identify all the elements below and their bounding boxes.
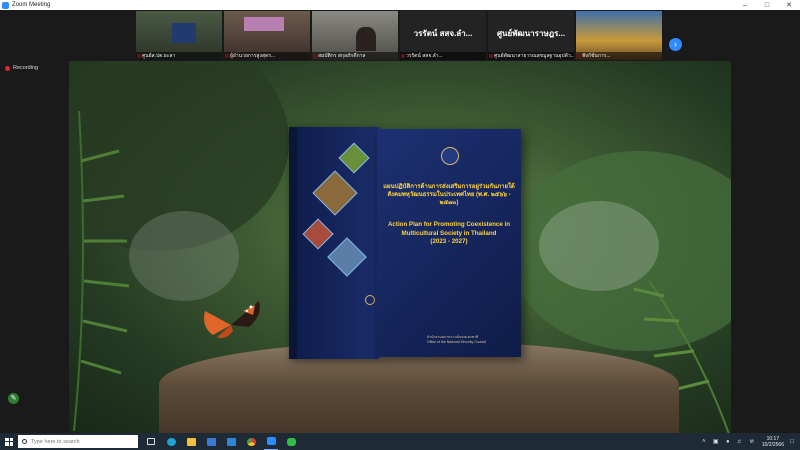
system-tray: ˄ ▣ ● ♬ ท 10:17 10/2/2566 □ bbox=[696, 433, 796, 450]
taskbar-search[interactable] bbox=[18, 435, 138, 448]
zoom-meeting-window: Zoom Meeting – □ ✕ ศูนย์ส.ปต.ยะลา ผู้อำน… bbox=[0, 0, 800, 450]
maximize-button[interactable]: □ bbox=[756, 0, 778, 10]
seal-icon bbox=[365, 295, 375, 305]
participant-tile[interactable]: ศูนย์ส.ปต.ยะลา bbox=[136, 11, 222, 60]
book-english-title: Action Plan for Promoting Coexistence in… bbox=[383, 221, 515, 247]
participant-tile[interactable]: วรรัตน์ สสจ.ลำ... วรรัตน์ สสจ.ลำ... bbox=[400, 11, 486, 60]
next-page-button[interactable]: › bbox=[669, 38, 682, 51]
background-foliage bbox=[129, 211, 239, 301]
file-explorer-icon[interactable] bbox=[184, 433, 198, 450]
zoom-taskbar-icon[interactable] bbox=[264, 433, 278, 450]
photo-diamond bbox=[302, 218, 334, 250]
book-english-title-text: Action Plan for Promoting Coexistence in… bbox=[387, 221, 511, 237]
recording-indicator[interactable]: Recording bbox=[5, 65, 38, 71]
window-controls: – □ ✕ bbox=[734, 0, 800, 10]
minimize-button[interactable]: – bbox=[734, 0, 756, 10]
book-thai-title: แผนปฏิบัติการด้านการส่งเสริมการอยู่ร่วมก… bbox=[383, 184, 515, 206]
participant-display-name: วรรัตน์ สสจ.ลำ... bbox=[413, 29, 473, 38]
book-front-cover: แผนปฏิบัติการด้านการส่งเสริมการอยู่ร่วมก… bbox=[377, 129, 521, 357]
network-icon[interactable]: ▣ bbox=[712, 438, 720, 446]
video-content bbox=[172, 23, 196, 43]
book-publisher: สำนักงานสภาความมั่นคงแห่งชาติ Office of … bbox=[427, 335, 515, 344]
close-button[interactable]: ✕ bbox=[778, 0, 800, 10]
photo-diamond bbox=[338, 142, 370, 174]
book-years: (2023 - 2027) bbox=[430, 238, 468, 245]
participant-tile[interactable]: ผู้อำนวยการสูงสุดร... bbox=[224, 11, 310, 60]
video-content bbox=[356, 27, 376, 51]
participant-name: ฟังก์ชั่นการ... bbox=[576, 52, 662, 60]
photo-diamond bbox=[312, 170, 358, 216]
search-input[interactable] bbox=[31, 438, 131, 445]
participant-tile[interactable]: ศูนย์พัฒนาราษฎร... ศูนย์พัฒนาสาธารณสุขมู… bbox=[488, 11, 574, 60]
butterfly-image bbox=[204, 301, 260, 339]
mail-icon[interactable] bbox=[224, 433, 238, 450]
language-icon[interactable]: ท bbox=[748, 438, 756, 446]
video-content bbox=[244, 17, 284, 31]
chrome-icon[interactable] bbox=[244, 433, 258, 450]
chevron-up-icon[interactable]: ˄ bbox=[700, 438, 708, 446]
clock-date: 10/2/2566 bbox=[761, 441, 784, 448]
task-view-icon[interactable] bbox=[144, 433, 158, 450]
start-button[interactable] bbox=[0, 433, 18, 450]
notification-icon[interactable]: □ bbox=[788, 438, 796, 446]
participant-name: ผู้อำนวยการสูงสุดร... bbox=[224, 52, 310, 60]
publisher-english: Office of the National Security Council bbox=[427, 339, 486, 344]
photo-diamond bbox=[327, 237, 367, 277]
participant-tile[interactable]: สมบัติกร สกุลภักดีกาล bbox=[312, 11, 398, 60]
windows-logo-icon bbox=[5, 437, 13, 446]
seal-icon bbox=[441, 147, 459, 165]
main-video-view[interactable]: แผนปฏิบัติการด้านการส่งเสริมการอยู่ร่วมก… bbox=[69, 61, 731, 434]
search-icon bbox=[22, 439, 27, 444]
book-spine bbox=[289, 127, 297, 359]
edit-icon[interactable]: ✎ bbox=[8, 393, 19, 404]
taskbar-clock[interactable]: 10:17 10/2/2566 bbox=[762, 436, 784, 448]
window-title: Zoom Meeting bbox=[12, 2, 51, 8]
line-app-icon[interactable] bbox=[284, 433, 298, 450]
fern-left bbox=[73, 110, 130, 431]
microphone-icon[interactable]: ● bbox=[724, 438, 732, 446]
recording-label: Recording bbox=[13, 65, 39, 71]
zoom-logo-icon bbox=[2, 1, 9, 9]
book-back-cover bbox=[289, 127, 379, 359]
participant-name: สมบัติกร สกุลภักดีกาล bbox=[312, 52, 398, 60]
store-icon[interactable] bbox=[204, 433, 218, 450]
title-bar: Zoom Meeting – □ ✕ bbox=[0, 0, 800, 10]
participant-display-name: ศูนย์พัฒนาราษฎร... bbox=[496, 29, 566, 38]
participant-name: ศูนย์ส.ปต.ยะลา bbox=[136, 52, 222, 60]
participant-tile[interactable]: ฟังก์ชั่นการ... bbox=[576, 11, 662, 60]
participant-name: ศูนย์พัฒนาสาธารณสุขมูลฐานอุปตัว... bbox=[488, 52, 574, 60]
participant-name: วรรัตน์ สสจ.ลำ... bbox=[400, 52, 486, 60]
volume-icon[interactable]: ♬ bbox=[736, 438, 744, 446]
participant-strip: ศูนย์ส.ปต.ยะลา ผู้อำนวยการสูงสุดร... สมบ… bbox=[0, 10, 800, 60]
edge-icon[interactable] bbox=[164, 433, 178, 450]
windows-taskbar: ˄ ▣ ● ♬ ท 10:17 10/2/2566 □ bbox=[0, 433, 800, 450]
recording-dot-icon bbox=[5, 65, 10, 71]
